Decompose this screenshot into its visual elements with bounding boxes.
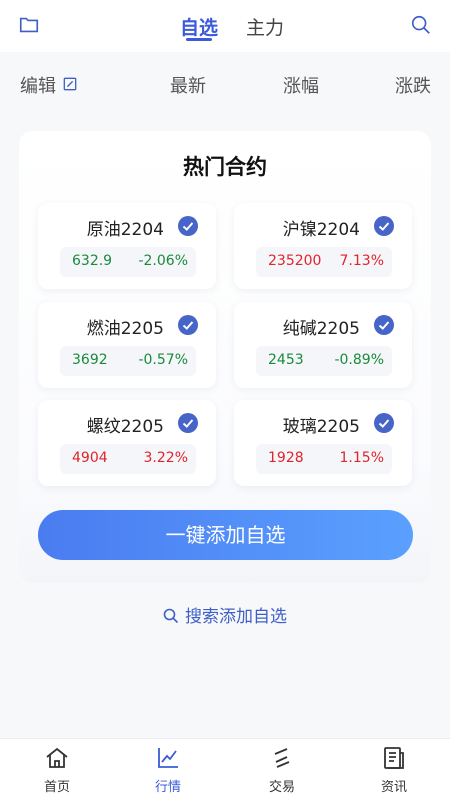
search-add-label: 搜索添加自选 (185, 607, 287, 627)
nav-label: 行情 (154, 780, 181, 795)
tab-main-contracts[interactable]: 主力 (246, 13, 284, 40)
contract-card[interactable]: 燃油2205 3692 -0.57% (38, 302, 216, 388)
check-icon[interactable] (374, 315, 394, 335)
contract-name: 玻璃2205 (282, 417, 360, 437)
contract-price: 4904 (72, 450, 108, 466)
contract-card[interactable]: 沪镍2204 235200 7.13% (234, 203, 412, 289)
check-icon[interactable] (178, 216, 198, 236)
contract-change: 7.13% (339, 253, 384, 269)
contract-price: 2453 (268, 352, 304, 368)
contract-card[interactable]: 原油2204 632.9 -2.06% (38, 203, 216, 289)
contract-name: 沪镍2204 (282, 220, 360, 240)
nav-label: 交易 (268, 780, 295, 795)
contract-card[interactable]: 螺纹2205 4904 3.22% (38, 400, 216, 486)
quote-box: 2453 -0.89% (256, 346, 392, 376)
quote-box: 3692 -0.57% (60, 346, 196, 376)
edit-icon[interactable] (63, 77, 77, 91)
folder-icon[interactable] (18, 14, 40, 36)
trade-icon (274, 748, 290, 768)
search-icon[interactable] (410, 14, 432, 36)
add-all-to-watchlist-button[interactable]: 一键添加自选 (38, 510, 413, 560)
contract-price: 235200 (268, 253, 322, 269)
search-add-link[interactable]: 搜索添加自选 (0, 602, 450, 627)
check-icon[interactable] (374, 216, 394, 236)
column-change-pct[interactable]: 涨幅 (283, 72, 319, 98)
column-header: 编辑 最新 涨幅 涨跌 (0, 52, 450, 114)
home-icon (46, 747, 68, 768)
contract-name: 螺纹2205 (86, 417, 164, 437)
check-icon[interactable] (178, 413, 198, 433)
nav-label: 资讯 (380, 780, 407, 795)
contract-price: 632.9 (72, 253, 113, 269)
check-icon[interactable] (374, 413, 394, 433)
nav-label: 首页 (43, 780, 70, 795)
nav-market[interactable]: 行情 (133, 745, 203, 795)
nav-trade[interactable]: 交易 (247, 745, 317, 795)
check-icon[interactable] (178, 315, 198, 335)
quote-box: 235200 7.13% (256, 247, 392, 277)
contract-price: 3692 (72, 352, 108, 368)
contract-change: -0.89% (334, 352, 384, 368)
column-change-amount[interactable]: 涨跌 (395, 72, 431, 98)
contract-change: -2.06% (138, 253, 188, 269)
contract-card[interactable]: 纯碱2205 2453 -0.89% (234, 302, 412, 388)
panel-title: 热门合约 (183, 155, 267, 179)
quote-box: 632.9 -2.06% (60, 247, 196, 277)
contract-name: 纯碱2205 (282, 319, 360, 339)
contract-change: 3.22% (143, 450, 188, 466)
top-bar: 自选 主力 (0, 0, 450, 52)
edit-button[interactable]: 编辑 (20, 72, 56, 98)
contract-name: 燃油2205 (86, 319, 164, 339)
contract-change: -0.57% (138, 352, 188, 368)
quote-box: 1928 1.15% (256, 444, 392, 474)
bottom-nav: 首页 行情 交易 资讯 (0, 738, 450, 800)
chart-icon (158, 748, 178, 768)
search-icon (163, 608, 179, 624)
nav-news[interactable]: 资讯 (359, 745, 429, 795)
quote-box: 4904 3.22% (60, 444, 196, 474)
contract-change: 1.15% (339, 450, 384, 466)
column-latest[interactable]: 最新 (170, 72, 206, 98)
nav-home[interactable]: 首页 (22, 745, 92, 795)
tab-underline (186, 38, 212, 41)
contract-name: 原油2204 (86, 220, 164, 240)
news-icon (384, 747, 404, 769)
tab-watchlist[interactable]: 自选 (180, 13, 218, 40)
contract-price: 1928 (268, 450, 304, 466)
contract-card[interactable]: 玻璃2205 1928 1.15% (234, 400, 412, 486)
